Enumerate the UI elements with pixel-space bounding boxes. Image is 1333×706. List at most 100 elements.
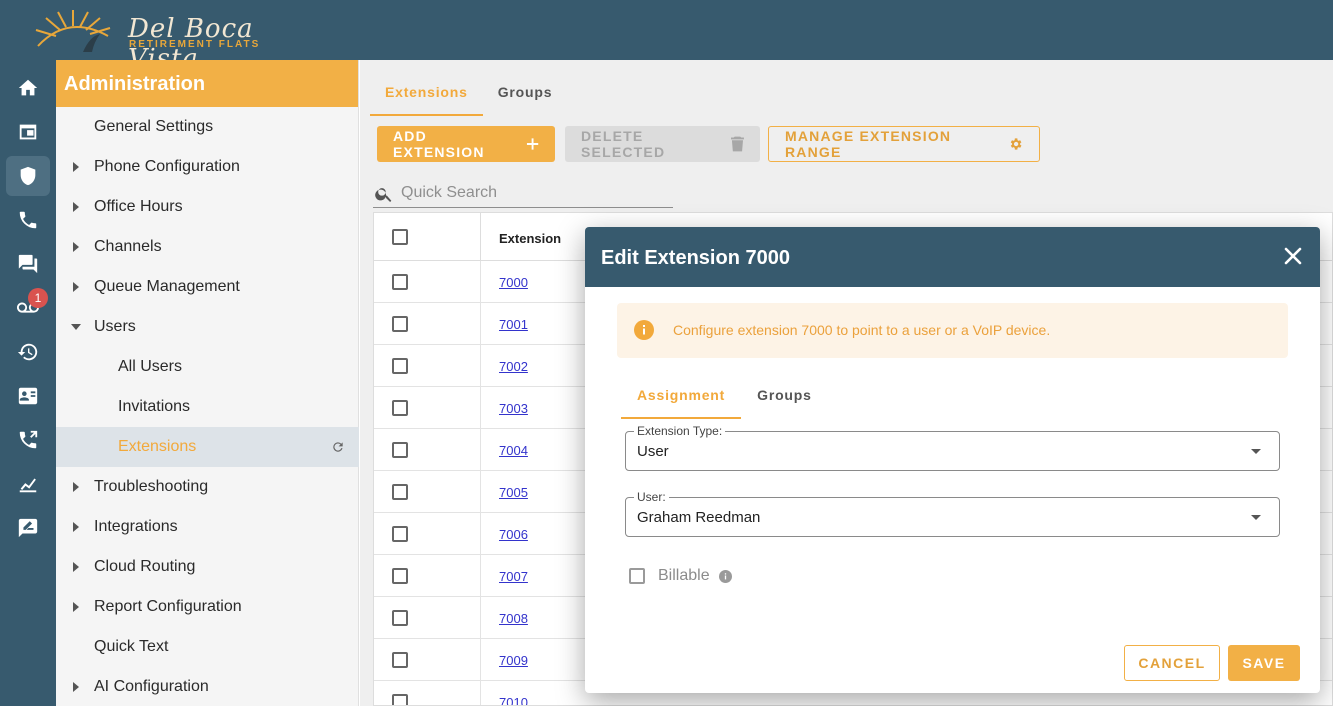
extension-link[interactable]: 7003 xyxy=(499,401,528,416)
sidebar-item-invitations[interactable]: Invitations xyxy=(56,387,359,427)
tab-extensions[interactable]: Extensions xyxy=(370,76,483,116)
extension-link[interactable]: 7004 xyxy=(499,443,528,458)
contact-card-icon xyxy=(18,387,38,405)
extension-link[interactable]: 7008 xyxy=(499,611,528,626)
cancel-button[interactable]: CANCEL xyxy=(1124,645,1220,681)
alert-message: Configure extension 7000 to point to a u… xyxy=(673,322,1051,338)
rail-forwarding[interactable] xyxy=(6,420,50,460)
row-checkbox[interactable] xyxy=(392,610,408,626)
sidebar-item-queue-management[interactable]: Queue Management xyxy=(56,267,359,307)
top-bar: Del Boca Vista RETIREMENT FLATS xyxy=(0,0,1333,74)
row-checkbox[interactable] xyxy=(392,400,408,416)
extension-link[interactable]: 7002 xyxy=(499,359,528,374)
gear-icon xyxy=(1010,138,1022,150)
tab-groups[interactable]: Groups xyxy=(741,378,828,419)
sidebar-item-label: Cloud Routing xyxy=(94,558,196,575)
add-extension-button[interactable]: ADD EXTENSION xyxy=(377,126,555,162)
sidebar-item-label: All Users xyxy=(118,358,183,375)
column-header-extension[interactable]: Extension xyxy=(499,231,561,246)
caret-right-icon xyxy=(73,282,79,292)
rail-reports[interactable] xyxy=(6,464,50,504)
brand-logo[interactable]: Del Boca Vista RETIREMENT FLATS xyxy=(28,6,298,74)
extension-link[interactable]: 7006 xyxy=(499,527,528,542)
info-icon[interactable] xyxy=(718,569,732,583)
sidebar-item-label: Phone Configuration xyxy=(94,158,240,175)
sidebar-item-general-settings[interactable]: General Settings xyxy=(56,107,359,147)
manage-range-label: MANAGE EXTENSION RANGE xyxy=(785,128,952,160)
feedback-icon xyxy=(18,518,38,538)
close-icon[interactable] xyxy=(1284,247,1302,265)
sidebar-item-phone-configuration[interactable]: Phone Configuration xyxy=(56,147,359,187)
caret-down-icon xyxy=(71,324,81,330)
row-checkbox[interactable] xyxy=(392,652,408,668)
extension-type-select[interactable]: Extension Type: User xyxy=(625,424,1280,471)
extension-link[interactable]: 7010 xyxy=(499,695,528,705)
sidebar-item-office-hours[interactable]: Office Hours xyxy=(56,187,359,227)
extension-link[interactable]: 7000 xyxy=(499,275,528,290)
row-checkbox[interactable] xyxy=(392,694,408,705)
extension-link[interactable]: 7005 xyxy=(499,485,528,500)
icon-rail: 1 xyxy=(0,60,56,706)
dropdown-arrow-icon xyxy=(1251,515,1261,520)
row-checkbox[interactable] xyxy=(392,568,408,584)
extension-type-label: Extension Type: xyxy=(634,424,726,438)
delete-selected-label: DELETE SELECTED xyxy=(581,128,666,160)
column-divider xyxy=(480,303,481,345)
trash-icon xyxy=(731,136,744,152)
billable-checkbox[interactable] xyxy=(629,568,645,584)
history-icon xyxy=(17,343,38,361)
rail-home[interactable] xyxy=(6,68,50,108)
rail-history[interactable] xyxy=(6,332,50,372)
tab-assignment[interactable]: Assignment xyxy=(621,378,742,419)
refresh-icon[interactable] xyxy=(331,440,345,454)
manage-extension-range-button[interactable]: MANAGE EXTENSION RANGE xyxy=(768,126,1040,162)
caret-right-icon xyxy=(73,602,79,612)
delete-selected-button[interactable]: DELETE SELECTED xyxy=(565,126,760,162)
info-icon xyxy=(634,320,654,340)
save-button[interactable]: SAVE xyxy=(1228,645,1300,681)
rail-feedback[interactable] xyxy=(6,508,50,548)
extension-link[interactable]: 7009 xyxy=(499,653,528,668)
row-checkbox[interactable] xyxy=(392,484,408,500)
row-checkbox[interactable] xyxy=(392,274,408,290)
sidebar-item-label: Report Configuration xyxy=(94,598,242,615)
sidebar-item-cloud-routing[interactable]: Cloud Routing xyxy=(56,547,359,587)
sidebar-item-label: Invitations xyxy=(118,398,191,415)
brand-tagline: RETIREMENT FLATS xyxy=(129,39,261,50)
extension-link[interactable]: 7001 xyxy=(499,317,528,332)
caret-right-icon xyxy=(73,682,79,692)
sidebar-title: Administration xyxy=(56,60,358,107)
dialog-tabs: Assignment Groups xyxy=(621,378,828,419)
sidebar-item-troubleshooting[interactable]: Troubleshooting xyxy=(56,467,359,507)
row-checkbox[interactable] xyxy=(392,442,408,458)
sidebar-item-extensions[interactable]: Extensions xyxy=(56,427,359,467)
user-select[interactable]: User: Graham Reedman xyxy=(625,490,1280,537)
row-checkbox[interactable] xyxy=(392,526,408,542)
row-checkbox[interactable] xyxy=(392,316,408,332)
sidebar-item-users[interactable]: Users xyxy=(56,307,359,347)
sidebar-item-integrations[interactable]: Integrations xyxy=(56,507,359,547)
sidebar-item-label: Office Hours xyxy=(94,198,183,215)
rail-chat[interactable] xyxy=(6,244,50,284)
rail-admin[interactable] xyxy=(6,156,50,196)
tab-groups[interactable]: Groups xyxy=(483,76,568,116)
extension-link[interactable]: 7007 xyxy=(499,569,528,584)
column-divider xyxy=(480,429,481,471)
rail-contacts[interactable] xyxy=(6,376,50,416)
sidebar-item-label: AI Configuration xyxy=(94,678,209,695)
rail-voicemail[interactable]: 1 xyxy=(6,288,50,328)
sidebar-item-report-configuration[interactable]: Report Configuration xyxy=(56,587,359,627)
voicemail-badge: 1 xyxy=(28,288,48,308)
phone-forward-icon xyxy=(19,430,38,449)
quick-search-input[interactable] xyxy=(401,184,661,202)
rail-calls[interactable] xyxy=(6,200,50,240)
sidebar-item-quick-text[interactable]: Quick Text xyxy=(56,627,359,667)
rail-dashboard[interactable] xyxy=(6,112,50,152)
caret-right-icon xyxy=(73,482,79,492)
sidebar-item-all-users[interactable]: All Users xyxy=(56,347,359,387)
sidebar-item-ai-configuration[interactable]: AI Configuration xyxy=(56,667,359,706)
sidebar-item-channels[interactable]: Channels xyxy=(56,227,359,267)
select-all-checkbox[interactable] xyxy=(392,229,408,245)
row-checkbox[interactable] xyxy=(392,358,408,374)
sidebar-item-label: Extensions xyxy=(118,438,197,455)
